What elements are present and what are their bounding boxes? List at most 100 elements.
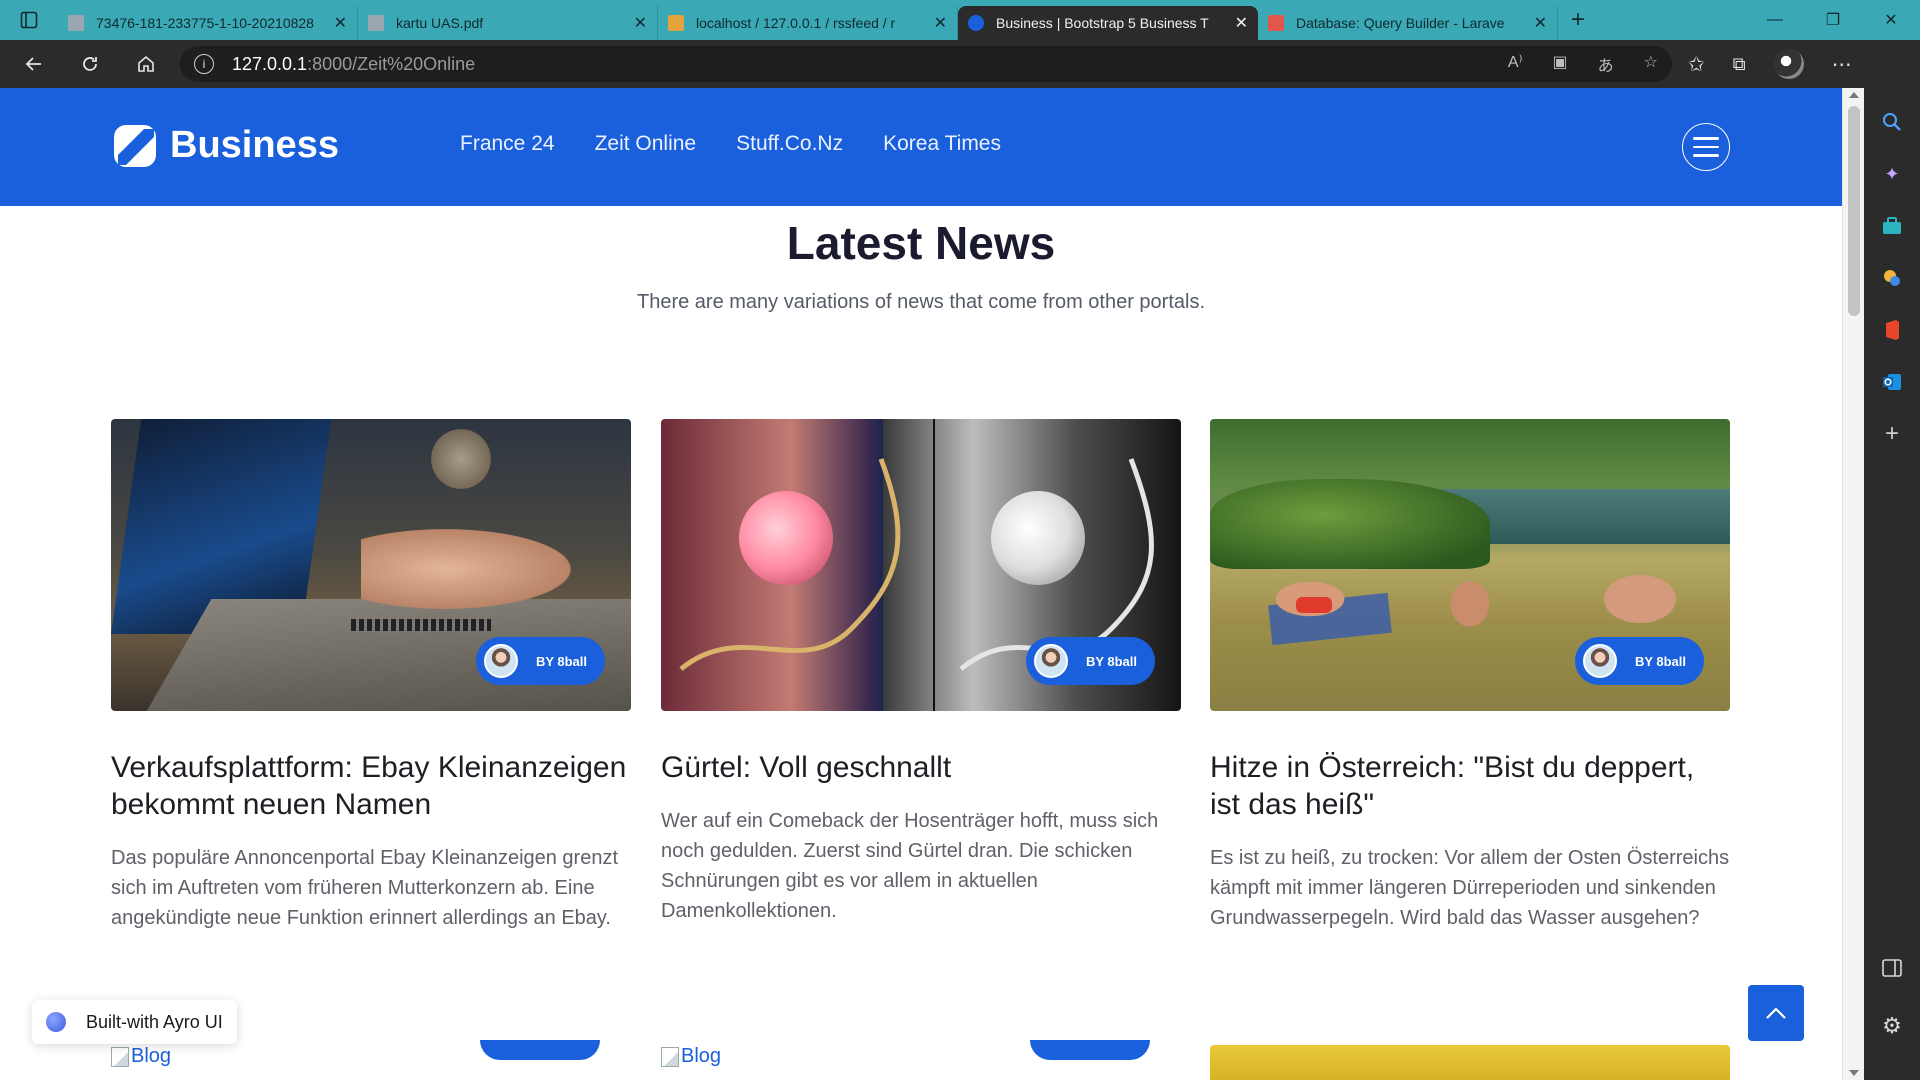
settings-icon[interactable]: ⚙ bbox=[1878, 1012, 1906, 1040]
tools-icon[interactable] bbox=[1878, 264, 1906, 292]
laravel-icon bbox=[1268, 15, 1284, 31]
close-window-button[interactable]: ✕ bbox=[1862, 0, 1920, 40]
author-name: BY 8ball bbox=[1634, 653, 1686, 669]
image-detail bbox=[1210, 479, 1490, 569]
tab-title: Business | Bootstrap 5 Business T bbox=[996, 15, 1209, 31]
url-host: 127.0.0.1 bbox=[232, 53, 308, 74]
author-name: BY 8ball bbox=[535, 653, 587, 669]
news-title[interactable]: Gürtel: Voll geschnallt bbox=[661, 749, 1181, 786]
add-favorite-icon[interactable]: ☆ bbox=[1644, 52, 1658, 76]
add-icon[interactable]: + bbox=[1878, 420, 1906, 448]
office-icon[interactable] bbox=[1878, 316, 1906, 344]
browser-tab[interactable]: Database: Query Builder - Larave ✕ bbox=[1258, 6, 1558, 40]
new-tab-button[interactable]: + bbox=[1558, 0, 1598, 40]
search-icon[interactable] bbox=[1878, 108, 1906, 136]
edge-sidebar: ✦ + ⚙ bbox=[1864, 88, 1920, 1080]
page-scrollbar[interactable] bbox=[1842, 88, 1864, 1080]
read-aloud-icon[interactable]: A⁾ bbox=[1508, 52, 1523, 76]
pdf-file-icon bbox=[68, 15, 84, 31]
browser-tab-active[interactable]: Business | Bootstrap 5 Business T ✕ bbox=[958, 6, 1258, 40]
immersive-reader-icon[interactable]: ▣ bbox=[1553, 52, 1568, 76]
copilot-icon[interactable]: ✦ bbox=[1878, 160, 1906, 188]
shopping-icon[interactable] bbox=[1878, 212, 1906, 240]
home-button[interactable] bbox=[118, 40, 174, 88]
plus-icon: + bbox=[1570, 6, 1585, 33]
image-detail bbox=[1296, 597, 1332, 613]
more-icon[interactable]: ⋯ bbox=[1832, 52, 1852, 77]
close-tab-icon[interactable]: ✕ bbox=[634, 13, 647, 33]
author-badge[interactable] bbox=[1030, 1040, 1150, 1060]
collections-icon[interactable]: ⧉ bbox=[1733, 54, 1746, 75]
restore-button[interactable]: ❐ bbox=[1804, 0, 1862, 40]
news-image-park[interactable]: BY 8ball bbox=[1210, 419, 1730, 711]
image-detail bbox=[431, 429, 491, 489]
author-badge[interactable]: BY 8ball bbox=[475, 637, 605, 685]
news-image-laptop[interactable]: BY 8ball bbox=[111, 419, 631, 711]
minimize-button[interactable]: — bbox=[1746, 0, 1804, 40]
broken-image-icon bbox=[661, 1046, 679, 1067]
hamburger-icon bbox=[1693, 137, 1719, 140]
news-image-belts[interactable]: BY 8ball bbox=[661, 419, 1181, 711]
back-to-top-button[interactable] bbox=[1748, 985, 1804, 1041]
browser-tab[interactable]: 73476-181-233775-1-10-20210828 ✕ bbox=[58, 6, 358, 40]
author-badge[interactable] bbox=[480, 1040, 600, 1060]
broken-image[interactable]: Blog bbox=[111, 1045, 171, 1068]
outlook-icon[interactable] bbox=[1878, 368, 1906, 396]
brand-logo-icon bbox=[114, 124, 156, 167]
author-name: BY 8ball bbox=[1085, 653, 1137, 669]
section-title: Latest News bbox=[786, 217, 1056, 269]
site-logo[interactable]: Business bbox=[114, 124, 339, 167]
nav-link-stuff-co-nz[interactable]: Stuff.Co.Nz bbox=[736, 132, 843, 156]
close-tab-icon[interactable]: ✕ bbox=[1534, 13, 1547, 33]
image-detail bbox=[351, 619, 491, 631]
image-alt-text: Blog bbox=[131, 1045, 172, 1067]
site-nav: France 24 Zeit Online Stuff.Co.Nz Korea … bbox=[460, 132, 1001, 156]
nav-link-zeit-online[interactable]: Zeit Online bbox=[595, 132, 697, 156]
menu-toggle-button[interactable] bbox=[1682, 123, 1730, 171]
hamburger-icon bbox=[1693, 145, 1719, 149]
info-icon[interactable]: i bbox=[194, 54, 214, 74]
refresh-button[interactable] bbox=[62, 40, 118, 88]
news-title[interactable]: Hitze in Österreich: "Bist du deppert, i… bbox=[1210, 749, 1730, 823]
browser-tab[interactable]: localhost / 127.0.0.1 / rssfeed / r ✕ bbox=[658, 6, 958, 40]
brand-name: Business bbox=[170, 124, 339, 166]
author-badge[interactable]: BY 8ball bbox=[1574, 637, 1704, 685]
news-title[interactable]: Verkaufsplattform: Ebay Kleinanzeigen be… bbox=[111, 749, 631, 823]
tab-actions-button[interactable] bbox=[0, 0, 58, 40]
broken-image[interactable]: Blog bbox=[661, 1045, 721, 1068]
toolbar-actions: ✩ ⧉ ⋯ bbox=[1688, 49, 1852, 79]
built-with-badge[interactable]: Built-with Ayro UI bbox=[32, 1000, 237, 1044]
close-tab-icon[interactable]: ✕ bbox=[934, 13, 947, 33]
broken-image-icon bbox=[111, 1046, 129, 1067]
home-icon bbox=[138, 55, 154, 72]
pdf-file-icon bbox=[368, 15, 384, 31]
profile-avatar[interactable] bbox=[1773, 49, 1804, 79]
business-site-icon bbox=[968, 15, 984, 31]
news-image-partial[interactable] bbox=[1210, 1045, 1730, 1080]
translate-icon[interactable]: あ bbox=[1598, 52, 1614, 76]
favorites-icon[interactable]: ✩ bbox=[1688, 52, 1705, 77]
nav-link-korea-times[interactable]: Korea Times bbox=[883, 132, 1001, 156]
image-alt-text: Blog bbox=[681, 1045, 722, 1067]
scroll-up-icon[interactable] bbox=[1849, 92, 1859, 98]
ayro-logo-icon bbox=[46, 1012, 66, 1032]
refresh-icon bbox=[83, 57, 97, 71]
window-controls: — ❐ ✕ bbox=[1746, 0, 1920, 40]
phpmyadmin-icon bbox=[668, 15, 684, 31]
back-arrow-icon bbox=[25, 57, 41, 71]
author-avatar bbox=[1582, 644, 1617, 678]
tab-title: kartu UAS.pdf bbox=[396, 15, 484, 31]
close-tab-icon[interactable]: ✕ bbox=[1235, 13, 1248, 33]
news-description: Das populäre Annoncenportal Ebay Kleinan… bbox=[111, 847, 619, 929]
browser-tab[interactable]: kartu UAS.pdf ✕ bbox=[358, 6, 658, 40]
scroll-thumb[interactable] bbox=[1848, 106, 1860, 316]
address-bar[interactable]: i 127.0.0.1 :8000/Zeit%20Online A⁾ ▣ あ ☆ bbox=[180, 46, 1672, 82]
sidebar-toggle-icon[interactable] bbox=[1878, 954, 1906, 982]
author-badge[interactable]: BY 8ball bbox=[1025, 637, 1155, 685]
edge-sidebar-bottom: ⚙ bbox=[1878, 954, 1906, 1070]
back-button[interactable] bbox=[6, 40, 62, 88]
nav-link-france-24[interactable]: France 24 bbox=[460, 132, 555, 156]
tab-title: 73476-181-233775-1-10-20210828 bbox=[96, 15, 314, 31]
close-tab-icon[interactable]: ✕ bbox=[334, 13, 347, 33]
scroll-down-icon[interactable] bbox=[1849, 1070, 1859, 1076]
